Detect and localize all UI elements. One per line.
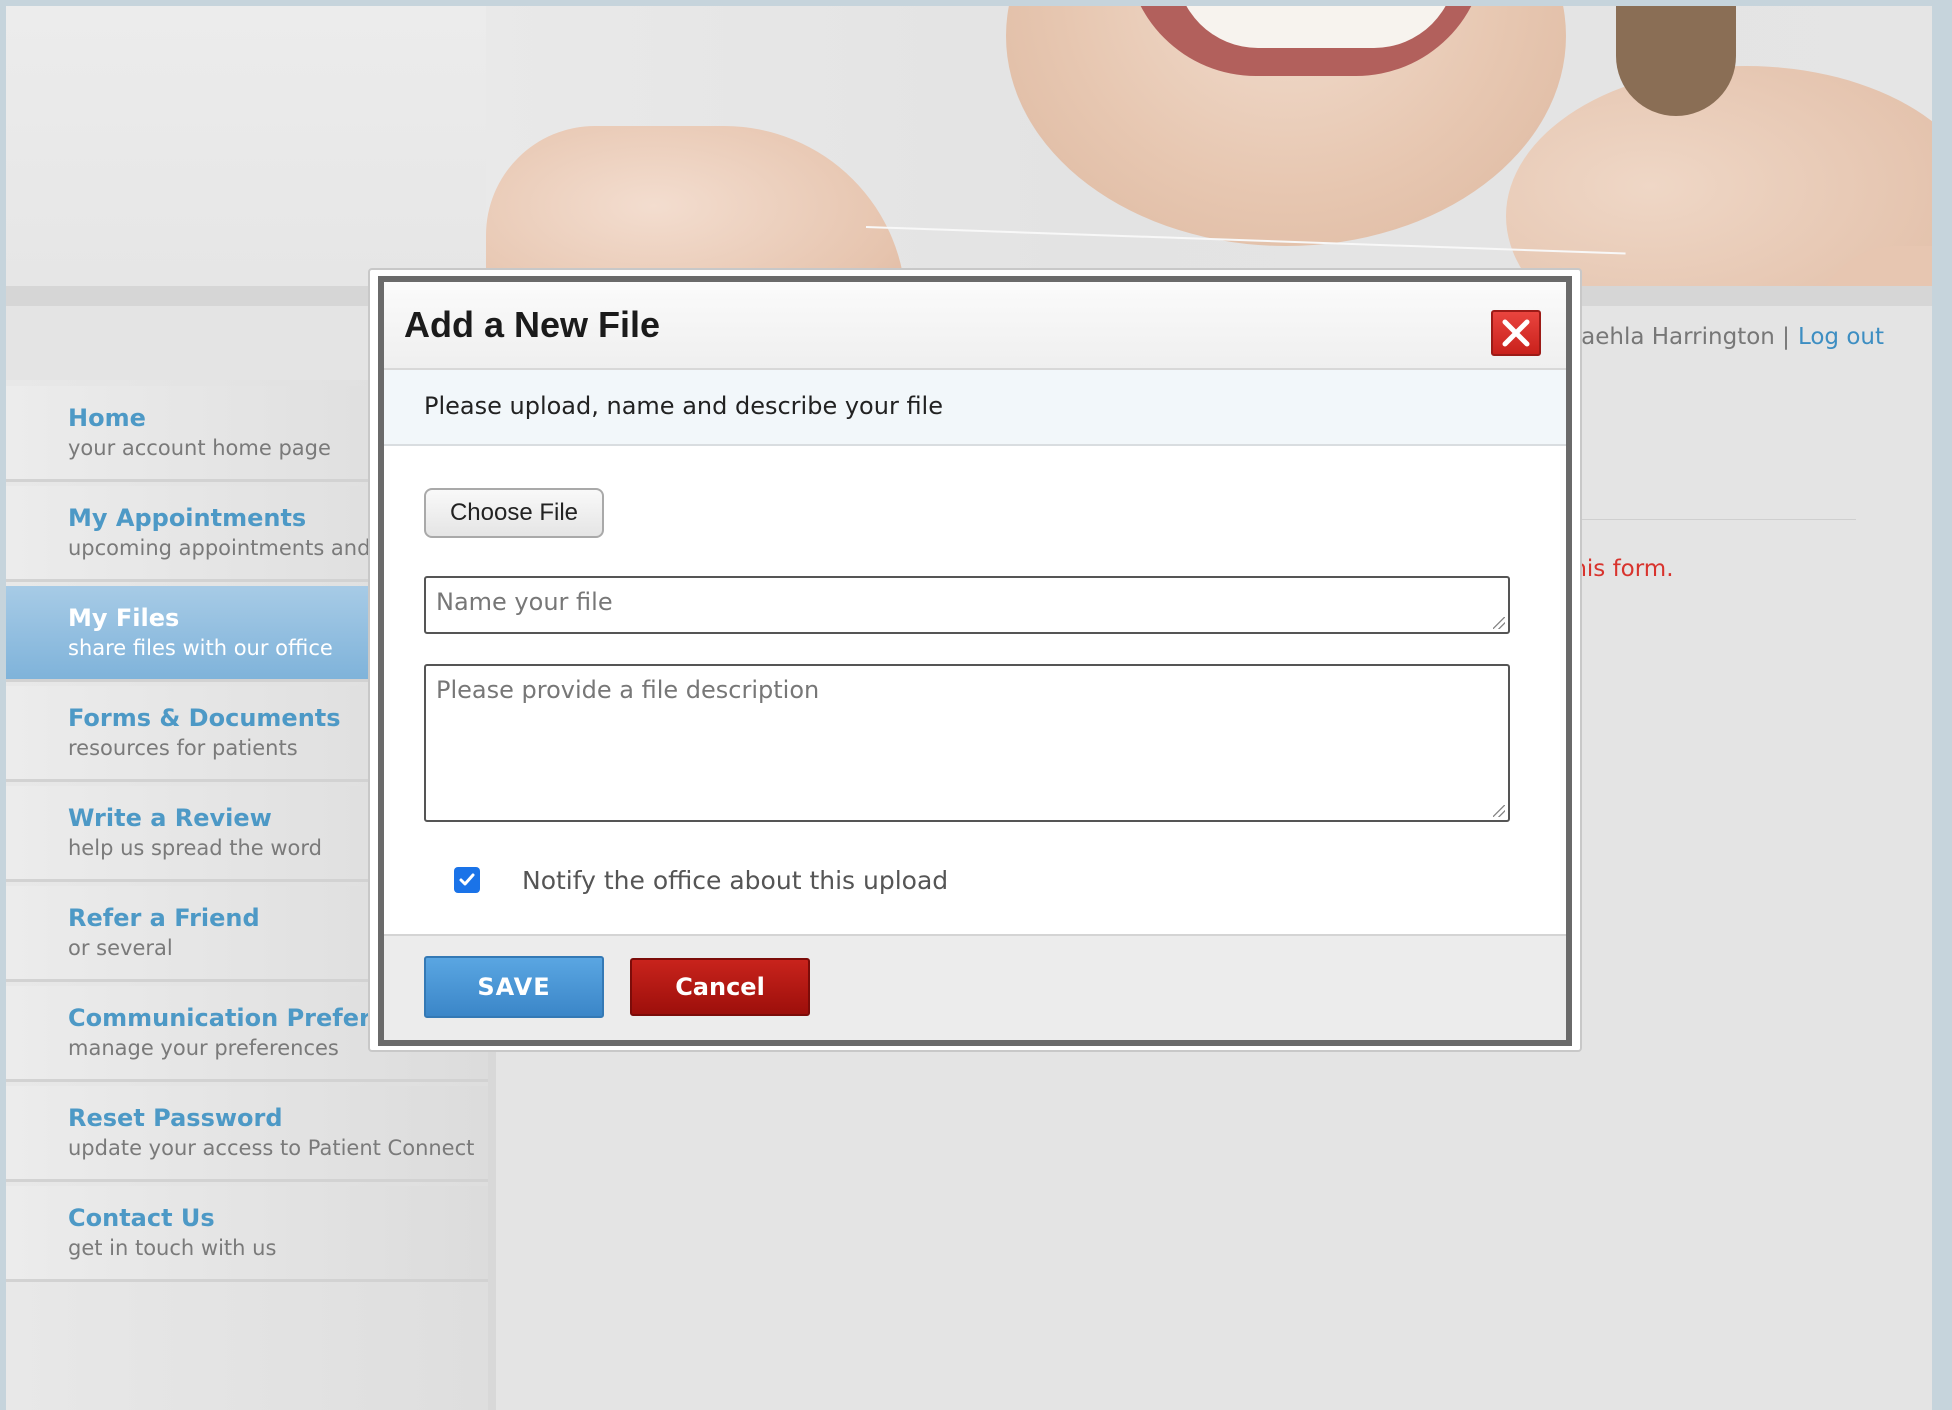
hero-photo [486, 6, 1932, 286]
page: akaehla Harrington | Log out nit this for… [6, 6, 1932, 1410]
sidebar-item-subtitle: upcoming appointments and h [68, 536, 391, 560]
dialog-footer: SAVE Cancel [384, 934, 1566, 1040]
sidebar-item-title: My Appointments [68, 504, 307, 532]
choose-file-button[interactable]: Choose File [424, 488, 604, 538]
sidebar-item-title: Communication Preferer [68, 1004, 399, 1032]
sidebar-item-contact-us[interactable]: Contact Us get in touch with us [6, 1186, 488, 1282]
close-x-icon [1502, 319, 1530, 347]
sidebar-item-subtitle: manage your preferences [68, 1036, 339, 1060]
checkmark-icon [459, 873, 475, 886]
sidebar-item-subtitle: or several [68, 936, 173, 960]
hero-banner [6, 6, 1932, 286]
sidebar-item-title: Refer a Friend [68, 904, 260, 932]
sidebar-item-subtitle: get in touch with us [68, 1236, 277, 1260]
dialog-header: Add a New File [384, 282, 1566, 370]
sidebar-item-title: My Files [68, 604, 180, 632]
modal-overlay-frame: Add a New File Please upload, name and d… [368, 268, 1582, 1052]
form-error-text: nit this form. [1526, 556, 1674, 582]
file-description-textarea[interactable]: Please provide a file description [424, 664, 1510, 822]
notify-office-checkbox[interactable] [454, 867, 480, 893]
sidebar-item-subtitle: update your access to Patient Connect [68, 1136, 475, 1160]
sidebar-item-subtitle: share files with our office [68, 636, 333, 660]
instructions-panel: Please upload, name and describe your fi… [384, 370, 1566, 446]
hero-hand-left [486, 126, 906, 286]
logout-link[interactable]: Log out [1798, 324, 1884, 350]
cancel-button[interactable]: Cancel [630, 958, 810, 1016]
resize-grip-icon[interactable] [1493, 805, 1505, 817]
file-name-placeholder: Name your file [436, 588, 613, 616]
sidebar-item-title: Write a Review [68, 804, 272, 832]
notify-office-label: Notify the office about this upload [522, 865, 949, 895]
sidebar-item-title: Reset Password [68, 1104, 283, 1132]
sidebar-item-title: Contact Us [68, 1204, 215, 1232]
sidebar-item-title: Forms & Documents [68, 704, 341, 732]
sidebar-item-subtitle: resources for patients [68, 736, 298, 760]
dialog-title: Add a New File [404, 304, 661, 345]
sidebar-item-reset-password[interactable]: Reset Password update your access to Pat… [6, 1086, 488, 1182]
notify-row: Notify the office about this upload [454, 862, 948, 898]
main-divider [1566, 519, 1856, 520]
instructions-text: Please upload, name and describe your fi… [424, 392, 943, 420]
resize-grip-icon[interactable] [1493, 617, 1505, 629]
file-description-placeholder: Please provide a file description [436, 676, 820, 704]
sidebar-item-subtitle: your account home page [68, 436, 331, 460]
file-name-input[interactable]: Name your file [424, 576, 1510, 634]
sidebar-item-title: Home [68, 404, 146, 432]
sidebar-item-subtitle: help us spread the word [68, 836, 322, 860]
user-name: akaehla Harrington | [1554, 324, 1790, 350]
close-button[interactable] [1491, 310, 1541, 356]
save-button[interactable]: SAVE [424, 956, 604, 1018]
user-bar: akaehla Harrington | Log out [1554, 324, 1884, 350]
add-file-dialog: Add a New File Please upload, name and d… [378, 276, 1572, 1046]
